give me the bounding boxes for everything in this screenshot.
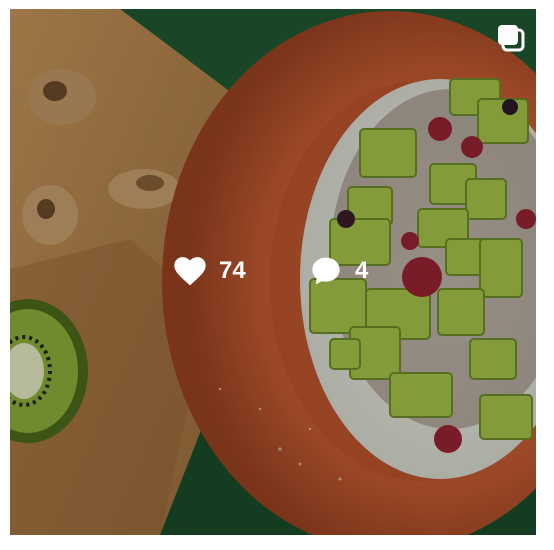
post-stats: 74 4 — [10, 255, 536, 287]
speech-bubble-icon — [312, 257, 340, 285]
heart-icon — [174, 257, 206, 286]
comments-count: 4 — [355, 257, 369, 284]
instagram-post-tile[interactable]: 74 4 — [10, 9, 536, 535]
comments-stat[interactable]: 4 — [309, 255, 368, 287]
multiple-photos-icon — [498, 25, 525, 52]
likes-count: 74 — [219, 257, 246, 284]
likes-stat[interactable]: 74 — [173, 255, 246, 287]
